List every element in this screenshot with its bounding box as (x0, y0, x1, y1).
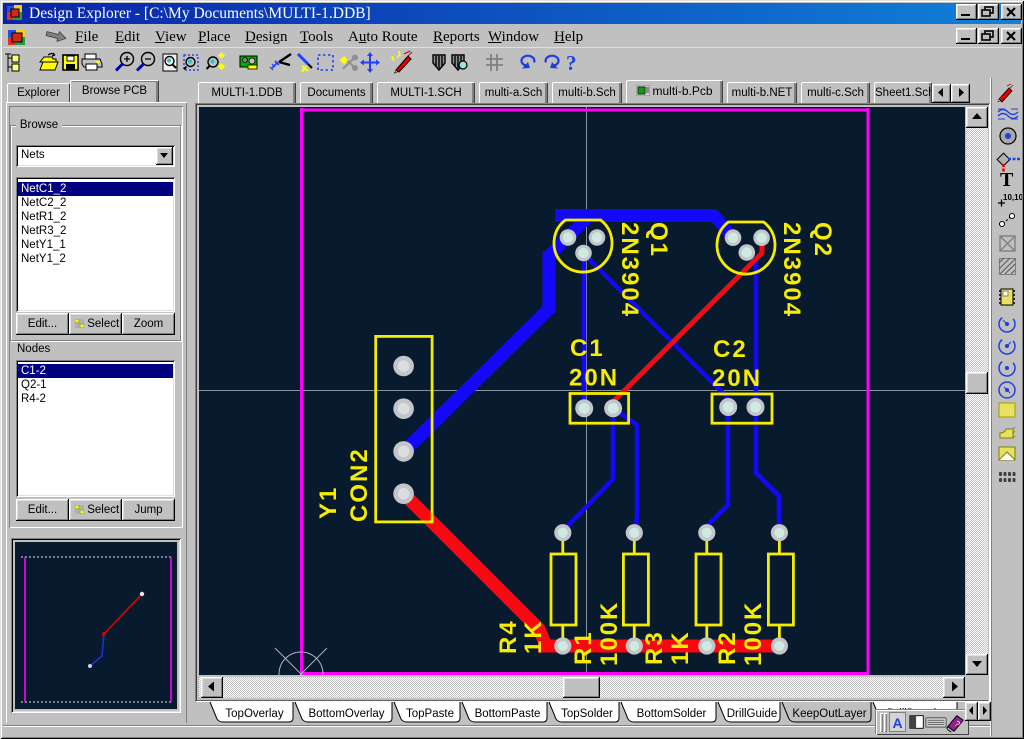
svg-text:TopSolder: TopSolder (561, 708, 613, 720)
svg-text:R1: R1 (570, 630, 597, 665)
svg-text:KeepOutLayer: KeepOutLayer (792, 708, 866, 720)
svg-text:2N3904: 2N3904 (616, 222, 643, 318)
svg-text:?: ? (566, 51, 577, 75)
svg-text:Q1: Q1 (645, 222, 672, 258)
svg-text:TopOverlay: TopOverlay (225, 708, 283, 720)
svg-text:2N3904: 2N3904 (778, 222, 805, 318)
svg-text:20N: 20N (569, 365, 619, 392)
svg-text:R3: R3 (641, 630, 668, 665)
svg-text:C1: C1 (570, 335, 605, 362)
svg-text:BottomOverlay: BottomOverlay (308, 708, 384, 720)
svg-text:10,10: 10,10 (1003, 193, 1022, 202)
svg-text:R4: R4 (495, 619, 522, 654)
svg-text:Y1: Y1 (315, 486, 342, 519)
svg-text:TopPaste: TopPaste (406, 708, 454, 720)
svg-text:C2: C2 (713, 336, 748, 363)
svg-text:20N: 20N (712, 365, 762, 392)
svg-text:1K: 1K (520, 619, 547, 654)
svg-text:Q2: Q2 (809, 222, 836, 258)
svg-text:R2: R2 (714, 630, 741, 665)
svg-text:100K: 100K (596, 601, 623, 666)
svg-text:1K: 1K (667, 630, 694, 665)
svg-text:CON2: CON2 (346, 447, 373, 522)
svg-text:BottomSolder: BottomSolder (637, 708, 707, 720)
svg-text:BottomPaste: BottomPaste (475, 708, 541, 720)
svg-text:DrillGuide: DrillGuide (727, 708, 778, 720)
svg-text:T: T (1000, 169, 1014, 191)
svg-text:100K: 100K (740, 601, 767, 666)
